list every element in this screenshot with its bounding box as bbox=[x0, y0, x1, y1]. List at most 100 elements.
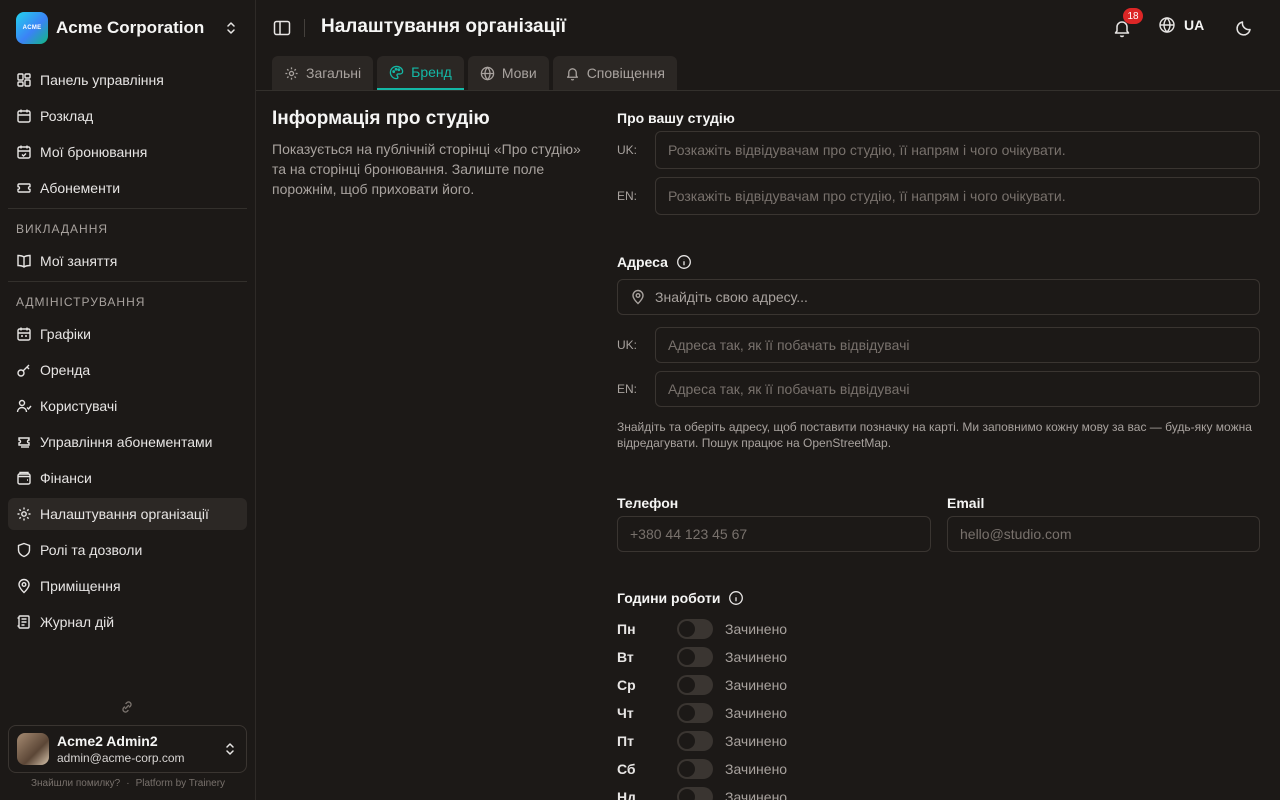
day-status: Зачинено bbox=[725, 789, 788, 800]
users-icon bbox=[16, 399, 32, 413]
link-icon[interactable] bbox=[119, 699, 135, 715]
address-en-input[interactable]: Адреса так, як її побачать відвідувачі bbox=[655, 371, 1260, 407]
address-uk-input[interactable]: Адреса так, як її побачать відвідувачі bbox=[655, 327, 1260, 363]
day-open-toggle[interactable] bbox=[677, 703, 713, 723]
phone-label: Телефон bbox=[617, 495, 679, 511]
sidebar-item-roles[interactable]: Ролі та дозволи bbox=[8, 534, 247, 566]
divider bbox=[8, 208, 247, 209]
sidebar: ACME Acme Corporation Панель управління … bbox=[0, 0, 256, 800]
top-header: Налаштування організації 18 UA bbox=[256, 0, 1280, 56]
sidebar-footer: Знайшли помилку? · Platform by Trainery bbox=[0, 778, 256, 789]
hours-row-tue: Вт Зачинено bbox=[617, 643, 1260, 671]
header-divider bbox=[304, 19, 305, 37]
hours-row-sat: Сб Зачинено bbox=[617, 755, 1260, 783]
about-uk-row: UK: Розкажіть відвідувачам про студію, ї… bbox=[617, 131, 1260, 169]
sidebar-item-org-settings[interactable]: Налаштування організації bbox=[8, 498, 247, 530]
sidebar-item-my-bookings[interactable]: Мої бронювання bbox=[8, 136, 247, 168]
section-label-teaching: Викладання bbox=[16, 222, 109, 236]
sidebar-nav-main: Панель управління Розклад Мої бронювання… bbox=[8, 64, 247, 642]
day-status: Зачинено bbox=[725, 761, 788, 777]
section-intro: Інформація про студію Показується на пуб… bbox=[272, 108, 582, 199]
day-open-toggle[interactable] bbox=[677, 619, 713, 639]
sidebar-item-label: Фінанси bbox=[40, 470, 92, 486]
calendar-icon bbox=[17, 109, 31, 123]
dashboard-icon bbox=[17, 73, 31, 87]
info-icon[interactable] bbox=[728, 590, 744, 606]
day-open-toggle[interactable] bbox=[677, 647, 713, 667]
key-icon bbox=[17, 364, 30, 377]
day-label: Вт bbox=[617, 649, 634, 665]
section-label-admin: Адміністрування bbox=[16, 295, 146, 309]
sidebar-item-my-classes[interactable]: Мої заняття bbox=[8, 245, 247, 277]
sidebar-item-label: Управління абонементами bbox=[40, 434, 213, 450]
map-pin-icon bbox=[18, 578, 30, 594]
day-open-toggle[interactable] bbox=[677, 787, 713, 800]
day-open-toggle[interactable] bbox=[677, 675, 713, 695]
phone-input[interactable]: +380 44 123 45 67 bbox=[617, 516, 931, 552]
email-input[interactable]: hello@studio.com bbox=[947, 516, 1260, 552]
sidebar-item-label: Користувачі bbox=[40, 398, 118, 414]
hours-label-row: Години роботи bbox=[617, 590, 1260, 606]
sidebar-item-finance[interactable]: Фінанси bbox=[8, 462, 247, 494]
sidebar-toggle-icon[interactable] bbox=[272, 18, 292, 38]
sidebar-item-label: Абонементи bbox=[40, 180, 121, 196]
moon-icon[interactable] bbox=[1235, 19, 1253, 37]
avatar bbox=[17, 733, 49, 765]
sidebar-item-pass-management[interactable]: Управління абонементами bbox=[8, 426, 247, 458]
about-uk-input[interactable]: Розкажіть відвідувачам про студію, її на… bbox=[655, 131, 1260, 169]
sidebar-item-rentals[interactable]: Оренда bbox=[8, 354, 247, 386]
tab-notifications[interactable]: Сповіщення bbox=[552, 56, 677, 90]
email-label: Email bbox=[947, 495, 985, 511]
sidebar-item-passes[interactable]: Абонементи bbox=[8, 172, 247, 204]
sidebar-item-dashboard[interactable]: Панель управління bbox=[8, 64, 247, 96]
sidebar-item-label: Приміщення bbox=[40, 578, 121, 594]
tab-languages[interactable]: Мови bbox=[467, 56, 549, 90]
log-icon bbox=[17, 615, 30, 629]
day-open-toggle[interactable] bbox=[677, 731, 713, 751]
about-en-input[interactable]: Розкажіть відвідувачам про студію, її на… bbox=[655, 177, 1260, 215]
sidebar-item-label: Оренда bbox=[40, 362, 91, 378]
language-label: UA bbox=[1184, 17, 1205, 33]
tab-brand[interactable]: Бренд bbox=[377, 56, 464, 90]
bell-icon bbox=[566, 67, 578, 81]
org-switcher[interactable]: ACME Acme Corporation bbox=[8, 8, 247, 48]
wallet-icon bbox=[17, 471, 31, 485]
notification-badge: 18 bbox=[1123, 8, 1143, 24]
day-label: Нд bbox=[617, 789, 636, 800]
sidebar-item-schedules[interactable]: Графіки bbox=[8, 318, 247, 350]
settings-tabs: Загальні Бренд Мови Сповіщення bbox=[272, 56, 681, 90]
day-label: Сб bbox=[617, 761, 636, 777]
hours-row-thu: Чт Зачинено bbox=[617, 699, 1260, 727]
calendar-check-icon bbox=[17, 145, 31, 159]
about-en-row: EN: Розкажіть відвідувачам про студію, ї… bbox=[617, 177, 1260, 215]
day-label: Чт bbox=[617, 705, 634, 721]
chevrons-up-down-icon bbox=[226, 743, 234, 755]
sidebar-item-premises[interactable]: Приміщення bbox=[8, 570, 247, 602]
lang-tag-en: EN: bbox=[617, 189, 638, 203]
platform-link[interactable]: Platform by Trainery bbox=[136, 778, 225, 789]
about-label: Про вашу студію bbox=[617, 110, 735, 126]
section-description: Показується на публічній сторінці «Про с… bbox=[272, 141, 581, 197]
day-status: Зачинено bbox=[725, 705, 788, 721]
day-label: Ср bbox=[617, 677, 636, 693]
sidebar-item-activity-log[interactable]: Журнал дій bbox=[8, 606, 247, 638]
address-search-row: Знайдіть свою адресу... bbox=[617, 279, 1260, 315]
gear-icon bbox=[285, 66, 298, 80]
sidebar-item-label: Мої бронювання bbox=[40, 144, 148, 160]
day-open-toggle[interactable] bbox=[677, 759, 713, 779]
tab-general[interactable]: Загальні bbox=[272, 56, 374, 90]
about-field-group: Про вашу студію bbox=[617, 110, 1260, 126]
sidebar-item-users[interactable]: Користувачі bbox=[8, 390, 247, 422]
sidebar-item-label: Журнал дій bbox=[40, 614, 115, 630]
report-bug-link[interactable]: Знайшли помилку? bbox=[31, 778, 120, 789]
hours-label: Години роботи bbox=[617, 590, 721, 606]
sidebar-item-schedule[interactable]: Розклад bbox=[8, 100, 247, 132]
map-pin-icon bbox=[632, 289, 644, 305]
language-switcher[interactable]: UA bbox=[1158, 16, 1204, 34]
day-status: Зачинено bbox=[725, 649, 788, 665]
info-icon[interactable] bbox=[676, 254, 692, 270]
phone-field-group: Телефон +380 44 123 45 67 bbox=[617, 495, 931, 552]
tab-label: Бренд bbox=[411, 64, 452, 80]
address-search-input[interactable]: Знайдіть свою адресу... bbox=[617, 279, 1260, 315]
user-menu[interactable]: Acme2 Admin2 admin@acme-corp.com bbox=[8, 725, 247, 773]
